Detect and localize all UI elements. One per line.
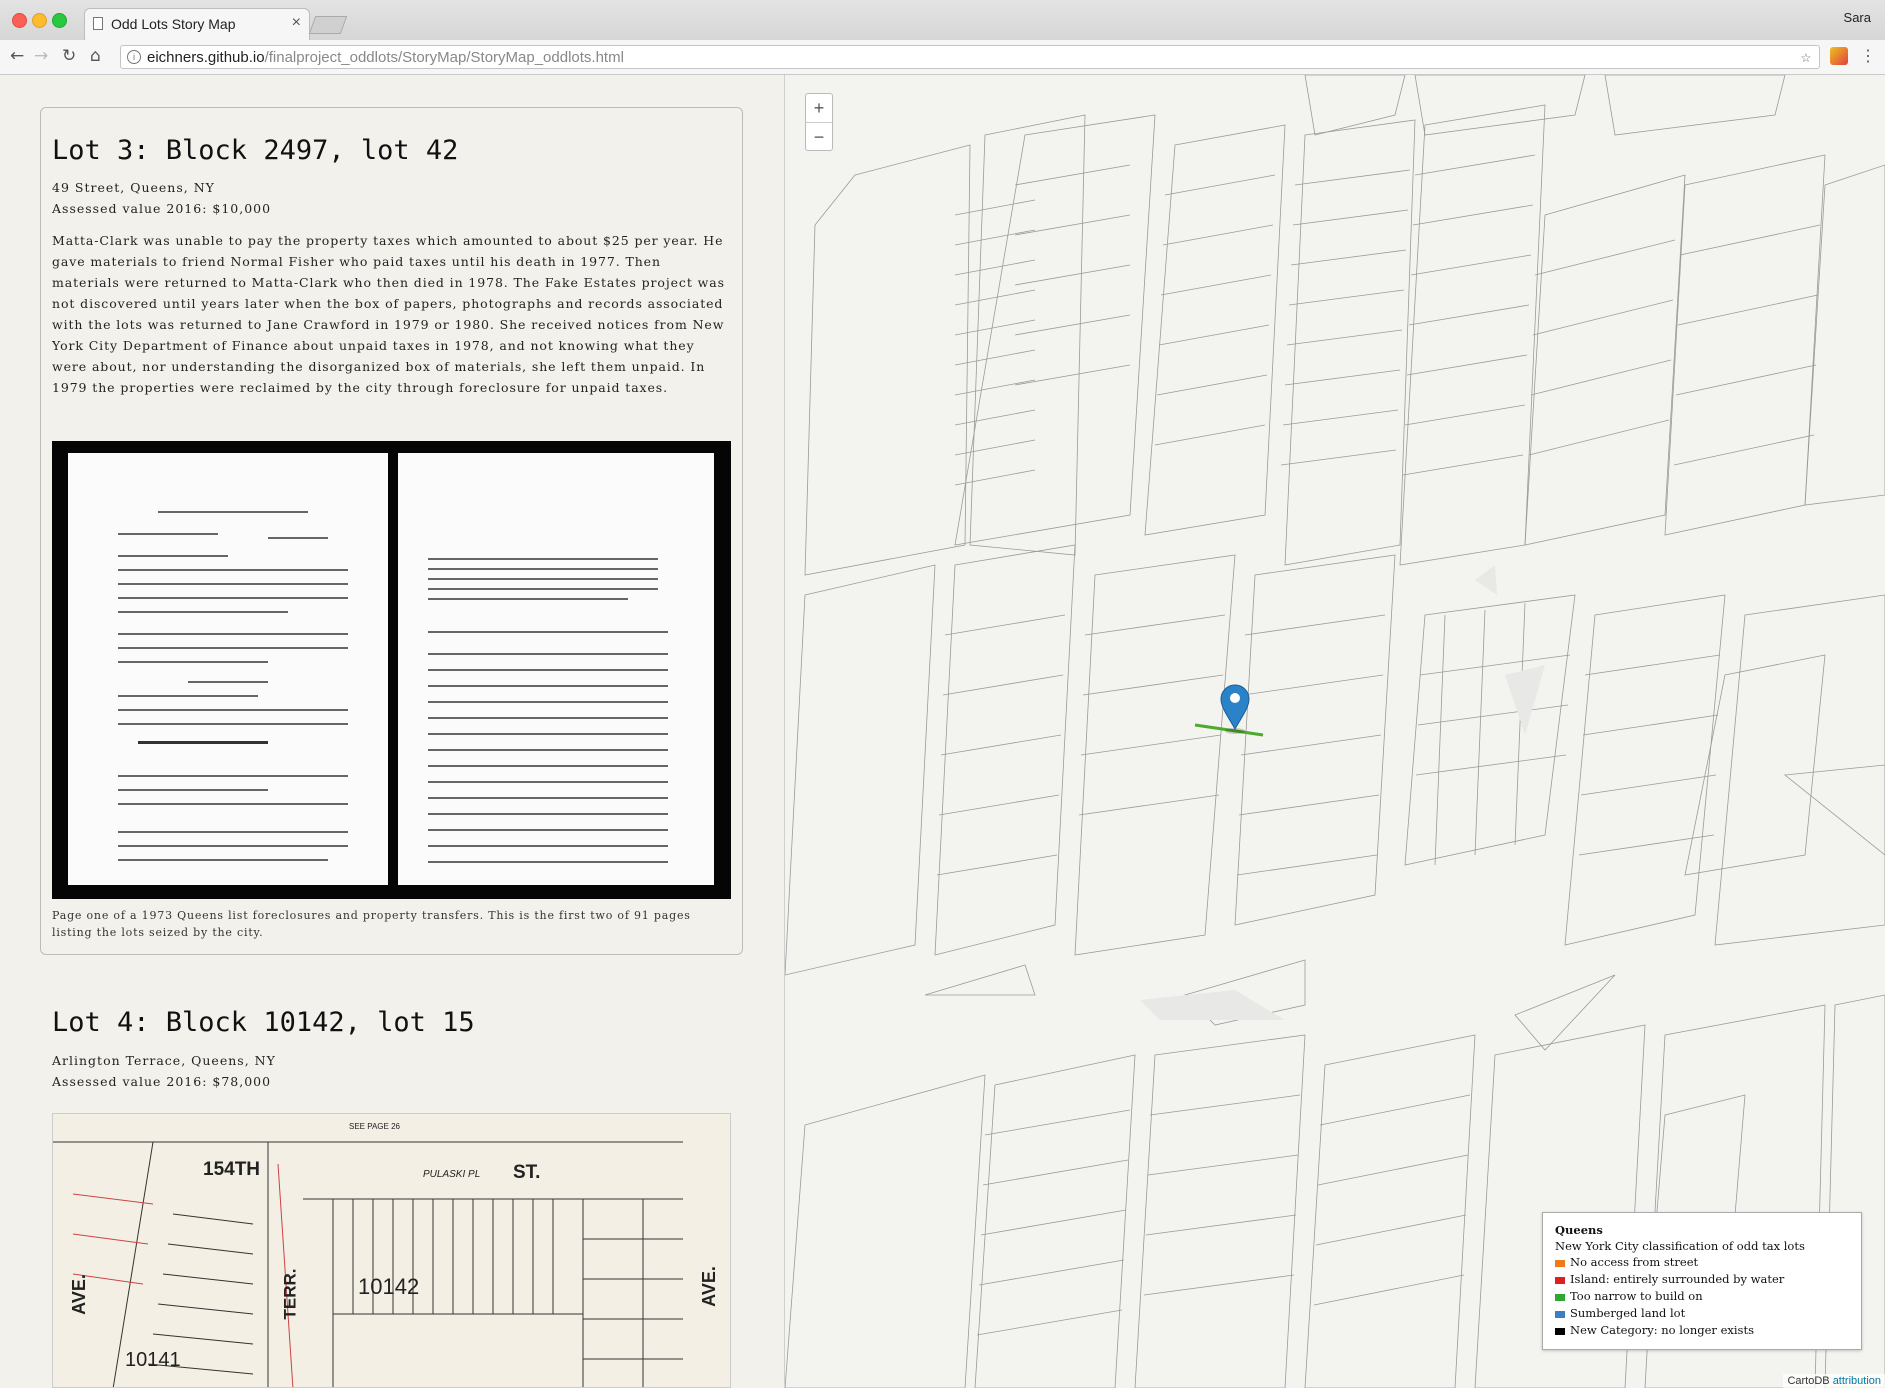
bookmark-star-icon[interactable]: ☆ <box>1801 47 1811 67</box>
page-icon <box>93 17 103 30</box>
url-text[interactable]: eichners.github.io/finalproject_oddlots/… <box>147 49 624 66</box>
tax-map-drawing <box>53 1141 683 1387</box>
zoom-control: + − <box>805 93 833 151</box>
attribution-link[interactable]: attribution <box>1833 1375 1881 1387</box>
document-page-one <box>68 453 388 885</box>
plat-label-terr: TERR. <box>280 1268 300 1320</box>
legend-item: Island: entirely surrounded by water <box>1555 1271 1849 1288</box>
lot3-address: 49 Street, Queens, NY <box>52 180 215 195</box>
forward-icon[interactable]: → <box>34 46 48 66</box>
plat-label-block-10142: 10142 <box>358 1274 420 1299</box>
plat-label-ave-right: AVE. <box>698 1266 719 1307</box>
new-tab-button[interactable] <box>308 16 348 34</box>
tax-map-image: 154TH PULASKI PL ST. 10142 10141 AVE. AV… <box>52 1113 731 1388</box>
close-window-button[interactable] <box>12 13 27 28</box>
address-bar[interactable]: i eichners.github.io/finalproject_oddlot… <box>120 45 1820 69</box>
extension-icon[interactable] <box>1830 47 1848 65</box>
browser-menu-icon[interactable]: ⋮ <box>1860 46 1876 65</box>
maximize-window-button[interactable] <box>52 13 67 28</box>
zoom-in-button[interactable]: + <box>806 94 832 123</box>
map-attribution: CartoDB attribution <box>1783 1374 1885 1388</box>
plat-label-ave-left: AVE. <box>68 1274 89 1315</box>
foreclosure-document-image <box>52 441 731 899</box>
story-panel[interactable]: Lot 3: Block 2497, lot 42 49 Street, Que… <box>0 75 784 1388</box>
map-legend: Queens New York City classification of o… <box>1542 1212 1862 1350</box>
plat-label-154th: 154TH <box>203 1159 261 1180</box>
zoom-out-button[interactable]: − <box>806 123 832 151</box>
browser-tab[interactable]: Odd Lots Story Map × <box>84 8 310 40</box>
legend-swatch <box>1555 1259 1565 1267</box>
lot4-title: Lot 4: Block 10142, lot 15 <box>52 1007 475 1038</box>
reload-icon[interactable]: ↻ <box>62 46 76 66</box>
legend-item: New Category: no longer exists <box>1555 1322 1849 1339</box>
tax-lot-map[interactable] <box>785 75 1885 1388</box>
legend-item: No access from street <box>1555 1254 1849 1271</box>
profile-name[interactable]: Sara <box>1844 10 1871 25</box>
tab-close-icon[interactable]: × <box>292 14 301 32</box>
lot3-assessed-value: Assessed value 2016: $10,000 <box>52 201 272 216</box>
minimize-window-button[interactable] <box>32 13 47 28</box>
map-panel[interactable]: + − Queens New York City classification … <box>785 75 1885 1388</box>
legend-subtitle: New York City classification of odd tax … <box>1555 1239 1805 1253</box>
legend-swatch <box>1555 1276 1565 1284</box>
browser-toolbar: ← → ↻ ⌂ i eichners.github.io/finalprojec… <box>0 40 1885 75</box>
plat-label-pulaski: PULASKI PL <box>423 1169 481 1180</box>
lot3-title: Lot 3: Block 2497, lot 42 <box>52 135 459 166</box>
legend-item: Too narrow to build on <box>1555 1288 1849 1305</box>
map-marker-icon[interactable] <box>1220 684 1250 734</box>
plat-label-see-page: SEE PAGE 26 <box>349 1122 400 1131</box>
plat-label-block-10141: 10141 <box>125 1349 181 1371</box>
back-icon[interactable]: ← <box>10 46 24 66</box>
document-caption: Page one of a 1973 Queens list foreclosu… <box>52 909 691 939</box>
legend-item: Sumberged land lot <box>1555 1305 1849 1322</box>
legend-title: Queens <box>1555 1223 1603 1237</box>
lot4-assessed-value: Assessed value 2016: $78,000 <box>52 1074 272 1089</box>
home-icon[interactable]: ⌂ <box>90 46 101 66</box>
tab-title: Odd Lots Story Map <box>111 16 236 32</box>
plat-label-st: ST. <box>513 1162 541 1183</box>
document-page-two <box>398 453 714 885</box>
browser-tab-bar: Odd Lots Story Map × Sara <box>0 0 1885 41</box>
legend-swatch <box>1555 1327 1565 1335</box>
legend-swatch <box>1555 1310 1565 1318</box>
lot4-address: Arlington Terrace, Queens, NY <box>52 1053 276 1068</box>
info-icon[interactable]: i <box>127 50 141 64</box>
legend-swatch <box>1555 1293 1565 1301</box>
lot3-description: Matta-Clark was unable to pay the proper… <box>52 233 725 395</box>
